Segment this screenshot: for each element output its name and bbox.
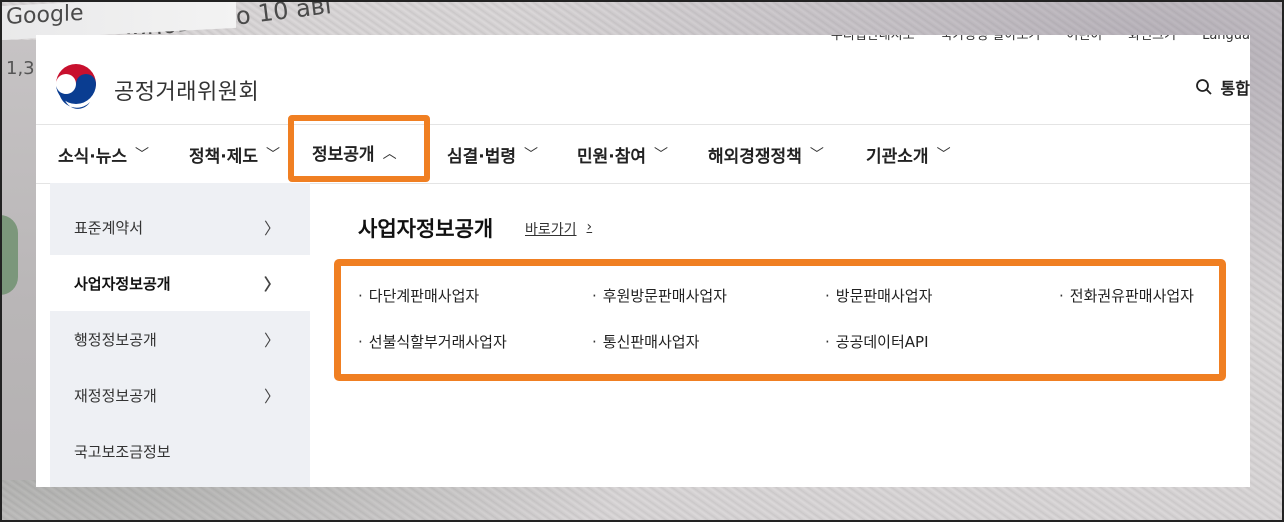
gnb-label: 심결·법령 xyxy=(447,146,517,167)
sidebar-item-subsidy-info[interactable]: 국고보조금정보 xyxy=(50,423,310,479)
utility-link-national-symbols[interactable]: 국가상징 알아보기 xyxy=(941,35,1041,43)
main-navigation: 소식·뉴스 ﹀ 정책·제도 ﹀ 정보공개 ︿ 심결·법령 ﹀ 민원·참여 ﹀ 해… xyxy=(36,124,1250,184)
background-edge-text: 1,3 xyxy=(6,58,35,79)
link-public-data-api[interactable]: 공공데이터API xyxy=(825,331,929,352)
sidebar-item-administrative-disclosure[interactable]: 행정정보공개 〉 xyxy=(50,311,310,367)
link-telemarketing-sales[interactable]: 전화권유판매사업자 xyxy=(1059,285,1194,306)
submenu-link-panel xyxy=(334,259,1226,381)
gnb-label: 정보공개 xyxy=(312,145,375,165)
go-link-label: 바로가기 xyxy=(525,222,577,238)
sidebar-item-label: 표준계약서 xyxy=(74,218,144,237)
gnb-item-international[interactable]: 해외경쟁정책 ﹀ xyxy=(708,125,824,183)
link-multilevel-sales[interactable]: 다단계판매사업자 xyxy=(358,285,479,306)
link-mail-order-sales[interactable]: 통신판매사업자 xyxy=(592,331,700,352)
section-title: 사업자정보공개 xyxy=(358,217,494,241)
utility-link-kids[interactable]: 어린이 xyxy=(1066,35,1102,43)
gnb-label: 기관소개 xyxy=(866,146,929,167)
site-name[interactable]: 공정거래위원회 xyxy=(114,74,259,106)
gnb-item-policy[interactable]: 정책·제도 ﹀ xyxy=(189,125,280,183)
utility-font-size[interactable]: 화면크기 xyxy=(1128,35,1176,43)
go-link[interactable]: 바로가기 › xyxy=(525,219,592,239)
chevron-down-icon: ﹀ xyxy=(936,147,951,163)
sidebar-item-label: 재정정보공개 xyxy=(74,386,157,405)
chevron-right-icon: 〉 xyxy=(263,219,280,238)
chevron-down-icon: ﹀ xyxy=(654,147,669,163)
link-door-to-door-sales[interactable]: 방문판매사업자 xyxy=(825,285,933,306)
gnb-item-news[interactable]: 소식·뉴스 ﹀ xyxy=(58,125,149,183)
taegeuk-logo-icon[interactable] xyxy=(50,62,102,114)
site-header: 공정거래위원회 통합 xyxy=(36,47,1250,124)
webpage: 우리집안내지도 국가상징 알아보기 어린이 화면크기 Langua 공정거래위원… xyxy=(36,35,1250,487)
sidebar-item-label: 행정정보공개 xyxy=(74,330,157,349)
chevron-right-icon: 〉 xyxy=(263,275,280,294)
utility-link-map[interactable]: 우리집안내지도 xyxy=(831,35,915,43)
chevron-right-icon: 〉 xyxy=(263,331,280,350)
search-label: 통합 xyxy=(1220,79,1250,98)
sidebar-item-standard-contracts[interactable]: 표준계약서 〉 xyxy=(50,199,310,255)
sidebar-item-label: 국고보조금정보 xyxy=(74,442,171,461)
link-sponsored-door-to-door-sales[interactable]: 후원방문판매사업자 xyxy=(592,285,727,306)
chevron-up-icon: ︿ xyxy=(382,145,397,162)
gnb-label: 소식·뉴스 xyxy=(58,146,128,167)
chevron-right-icon: 〉 xyxy=(263,387,280,406)
sidebar-item-label: 사업자정보공개 xyxy=(74,274,171,293)
chevron-right-icon: › xyxy=(586,219,593,235)
gnb-label: 민원·참여 xyxy=(577,146,647,167)
link-prepaid-installment[interactable]: 선불식할부거래사업자 xyxy=(358,331,507,352)
search-button[interactable]: 통합 xyxy=(1195,75,1250,99)
gnb-label: 해외경쟁정책 xyxy=(708,146,802,167)
utility-language[interactable]: Langua xyxy=(1202,35,1250,43)
gnb-item-decisions[interactable]: 심결·법령 ﹀ xyxy=(447,125,538,183)
gnb-item-about[interactable]: 기관소개 ﹀ xyxy=(866,125,951,183)
sidebar-item-business-disclosure[interactable]: 사업자정보공개 〉 xyxy=(50,255,310,311)
sidebar-item-financial-disclosure[interactable]: 재정정보공개 〉 xyxy=(50,367,310,423)
chevron-down-icon: ﹀ xyxy=(135,147,150,163)
utility-bar: 우리집안내지도 국가상징 알아보기 어린이 화면크기 Langua xyxy=(831,35,1250,47)
submenu-sidebar: 표준계약서 〉 사업자정보공개 〉 행정정보공개 〉 재정정보공개 〉 국고보조… xyxy=(50,183,310,487)
background-plant xyxy=(0,215,18,295)
search-icon xyxy=(1195,79,1212,95)
chevron-down-icon: ﹀ xyxy=(524,147,539,163)
gnb-item-disclosure[interactable]: 정보공개 ︿ xyxy=(312,125,397,182)
gnb-label: 정책·제도 xyxy=(189,146,259,167)
chevron-down-icon: ﹀ xyxy=(809,147,824,163)
chevron-down-icon: ﹀ xyxy=(266,147,281,163)
gnb-item-civil[interactable]: 민원·참여 ﹀ xyxy=(577,125,668,183)
